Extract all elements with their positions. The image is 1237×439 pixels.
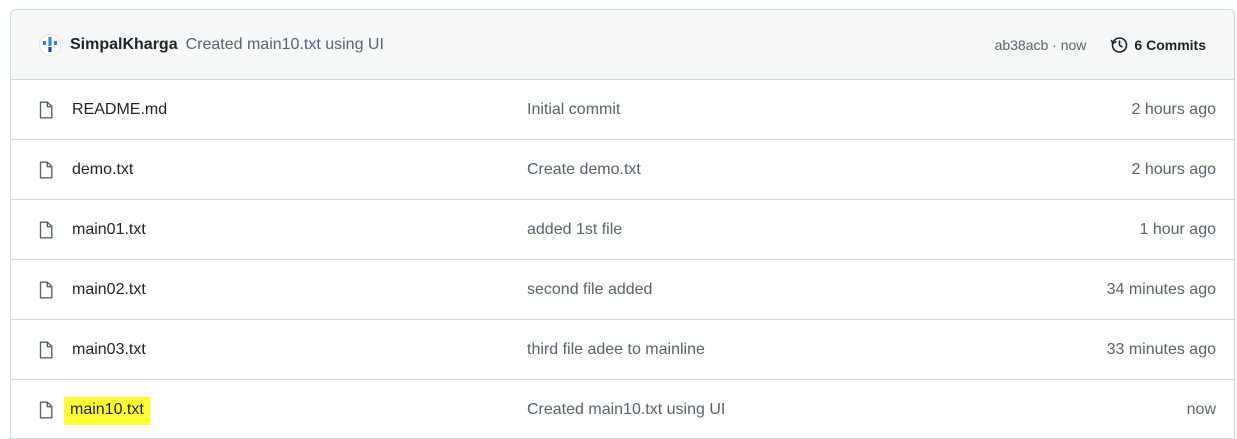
file-commit-message-link[interactable]: third file adee to mainline [527, 341, 705, 359]
file-icon [39, 281, 53, 299]
file-row: main03.txt third file adee to mainline 33 … [11, 320, 1234, 380]
commit-sha-time[interactable]: ab38acb · now [995, 37, 1087, 53]
author-avatar-icon[interactable] [39, 33, 61, 56]
file-icon [39, 221, 53, 239]
commits-history-button[interactable]: 6 Commits [1110, 36, 1206, 54]
file-commit-time: 1 hour ago [1139, 221, 1216, 238]
file-commit-time: 2 hours ago [1131, 161, 1216, 178]
file-name-link[interactable]: main03.txt [72, 341, 146, 359]
file-name-link[interactable]: demo.txt [72, 161, 133, 179]
latest-commit-message[interactable]: Created main10.txt using UI [186, 36, 384, 54]
file-commit-time: 2 hours ago [1131, 101, 1216, 118]
file-rows: README.md Initial commit 2 hours ago demo.t… [11, 80, 1234, 438]
latest-commit-header: SimpalKharga Created main10.txt using UI… [11, 10, 1234, 80]
file-icon [39, 341, 53, 359]
file-name-link[interactable]: main02.txt [72, 281, 146, 299]
file-row: main02.txt second file added 34 minutes ag… [11, 260, 1234, 320]
file-commit-message-link[interactable]: second file added [527, 281, 652, 299]
file-commit-time: 34 minutes ago [1106, 281, 1216, 298]
file-commit-message-link[interactable]: Create demo.txt [527, 161, 641, 179]
file-commit-message-link[interactable]: added 1st file [527, 221, 622, 239]
file-icon [39, 161, 53, 179]
file-row: demo.txt Create demo.txt 2 hours ago [11, 140, 1234, 200]
history-clock-icon [1111, 36, 1128, 53]
file-commit-time: 33 minutes ago [1106, 341, 1216, 358]
file-commit-message-link[interactable]: Initial commit [527, 101, 620, 119]
file-commit-time: now [1186, 401, 1216, 418]
commits-count-label: 6 Commits [1134, 36, 1206, 53]
file-row: main01.txt added 1st file 1 hour ago [11, 200, 1234, 260]
file-commit-message-link[interactable]: Created main10.txt using UI [527, 401, 725, 419]
file-listing: SimpalKharga Created main10.txt using UI… [10, 9, 1235, 439]
commit-author-link[interactable]: SimpalKharga [70, 36, 178, 54]
file-row: README.md Initial commit 2 hours ago [11, 80, 1234, 140]
file-name-link[interactable]: main01.txt [72, 221, 146, 239]
file-name-link[interactable]: README.md [72, 101, 167, 119]
file-icon [39, 401, 53, 419]
file-row: main10.txt Created main10.txt using UI now [11, 380, 1234, 438]
file-name-link[interactable]: main10.txt [64, 397, 150, 425]
file-icon [39, 101, 53, 119]
